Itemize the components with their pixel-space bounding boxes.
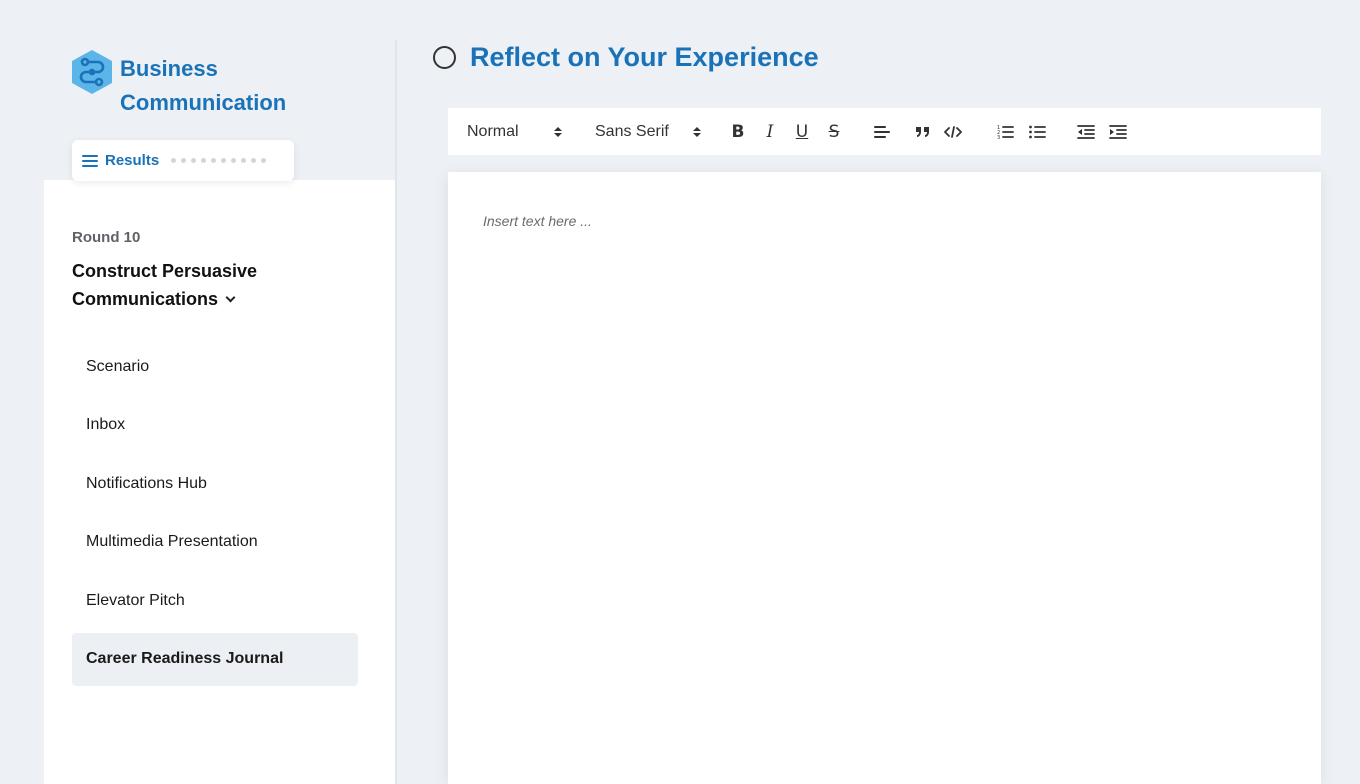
- nav-item-label: Elevator Pitch: [86, 591, 185, 609]
- nav-item-label: Notifications Hub: [86, 474, 207, 492]
- progress-dots: [171, 158, 267, 163]
- select-arrows-icon: [554, 126, 562, 137]
- blockquote-icon[interactable]: [912, 120, 934, 144]
- nav-item-label: Multimedia Presentation: [86, 533, 258, 551]
- nav-item-multimedia-presentation[interactable]: Multimedia Presentation: [72, 516, 358, 569]
- nav-item-notifications-hub[interactable]: Notifications Hub: [72, 457, 358, 510]
- module-title-dropdown[interactable]: Construct Persuasive Communications: [72, 257, 312, 313]
- nav-item-career-readiness-journal[interactable]: Career Readiness Journal: [72, 632, 358, 686]
- page-title: Reflect on Your Experience: [470, 42, 819, 72]
- sidebar: Business Communication Results Round 10 …: [44, 0, 396, 784]
- hamburger-menu-icon: [82, 154, 98, 167]
- font-family-value: Sans Serif: [595, 122, 669, 140]
- results-label: Results: [105, 152, 160, 169]
- outdent-icon[interactable]: [1075, 120, 1097, 144]
- brand-line-1: Business: [120, 56, 218, 81]
- nav-item-inbox[interactable]: Inbox: [72, 399, 358, 452]
- bullet-list-icon[interactable]: [1026, 120, 1048, 144]
- header-format-value: Normal: [467, 122, 519, 140]
- chevron-down-icon: [225, 292, 236, 303]
- font-family-select[interactable]: Sans Serif: [595, 123, 701, 141]
- nav-item-elevator-pitch[interactable]: Elevator Pitch: [72, 574, 358, 627]
- italic-icon[interactable]: I: [759, 120, 781, 144]
- hexagon-circuit-logo-icon: [70, 48, 114, 96]
- underline-icon[interactable]: U: [791, 120, 813, 144]
- align-left-icon[interactable]: [871, 120, 893, 144]
- journal-editor[interactable]: Insert text here ...: [448, 172, 1321, 784]
- results-button[interactable]: Results: [72, 140, 294, 181]
- brand-line-2: Communication: [120, 90, 287, 115]
- header-format-select[interactable]: Normal: [467, 123, 562, 141]
- nav-list: Scenario Inbox Notifications Hub Multime…: [72, 340, 358, 692]
- nav-item-scenario[interactable]: Scenario: [72, 340, 358, 393]
- nav-item-label: Inbox: [86, 416, 126, 434]
- bold-icon[interactable]: B: [727, 120, 749, 144]
- round-label: Round 10: [72, 229, 141, 246]
- ordered-list-icon[interactable]: 123: [994, 120, 1016, 144]
- nav-item-label: Scenario: [86, 357, 150, 375]
- svg-text:3: 3: [997, 135, 1000, 140]
- indent-icon[interactable]: [1107, 120, 1129, 144]
- strikethrough-icon[interactable]: S: [823, 120, 845, 144]
- editor-toolbar: Normal Sans Serif B I U S 123: [448, 108, 1321, 155]
- page-header: Reflect on Your Experience: [433, 42, 819, 73]
- brand-name: Business Communication: [120, 52, 286, 120]
- empty-circle-icon: [433, 46, 456, 69]
- code-icon[interactable]: [942, 120, 964, 144]
- nav-item-label: Career Readiness Journal: [86, 650, 284, 668]
- editor-placeholder: Insert text here ...: [483, 213, 592, 229]
- sidebar-divider: [395, 40, 397, 784]
- select-arrows-icon: [693, 126, 701, 137]
